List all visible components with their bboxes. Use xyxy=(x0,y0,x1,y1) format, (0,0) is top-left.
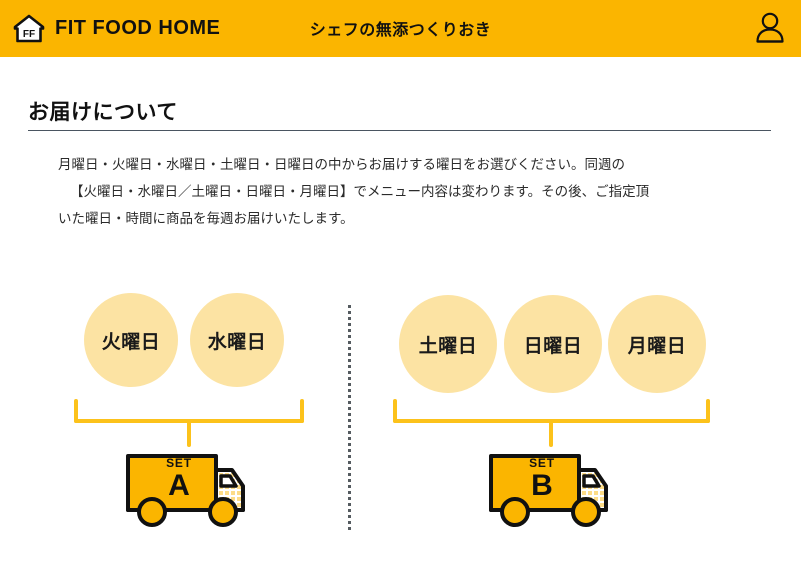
section-description: 月曜日・火曜日・水曜日・土曜日・日曜日の中からお届けする曜日をお選びください。同… xyxy=(58,151,748,232)
day-circle-sunday[interactable]: 日曜日 xyxy=(504,295,602,393)
svg-text:FF: FF xyxy=(23,29,35,40)
bracket-set-a xyxy=(74,399,304,447)
bracket-stem xyxy=(549,421,553,447)
truck-set-a: SET A xyxy=(122,448,256,530)
bracket-stem xyxy=(187,421,191,447)
brand-name: FIT FOOD HOME xyxy=(55,17,221,39)
section-heading: お届けについて xyxy=(28,101,178,124)
day-circle-wednesday[interactable]: 水曜日 xyxy=(190,293,284,387)
bracket-set-b xyxy=(393,399,710,447)
description-line-2: 【火曜日・水曜日／土曜日・日曜日・月曜日】でメニュー内容は変わります。その後、ご… xyxy=(70,184,650,199)
day-circle-tuesday[interactable]: 火曜日 xyxy=(84,293,178,387)
group-divider xyxy=(348,305,351,530)
house-icon: FF xyxy=(13,14,45,44)
user-icon[interactable] xyxy=(751,9,789,47)
day-circle-saturday[interactable]: 土曜日 xyxy=(399,295,497,393)
section-divider xyxy=(28,130,771,131)
truck-set-b: SET B xyxy=(485,448,619,530)
description-line-1: 月曜日・火曜日・水曜日・土曜日・日曜日の中からお届けする曜日をお選びください。同… xyxy=(58,157,625,172)
brand-logo-link[interactable]: FF FIT FOOD HOME xyxy=(13,14,220,44)
description-line-3: いた曜日・時間に商品を毎週お届けいたします。 xyxy=(58,211,354,226)
site-header: FF FIT FOOD HOME シェフの無添つくりおき xyxy=(0,0,801,57)
delivery-schedule-diagram: 火曜日 水曜日 SET A 土曜日 日曜日 月曜日 SET B xyxy=(0,280,801,550)
day-circle-monday[interactable]: 月曜日 xyxy=(608,295,706,393)
